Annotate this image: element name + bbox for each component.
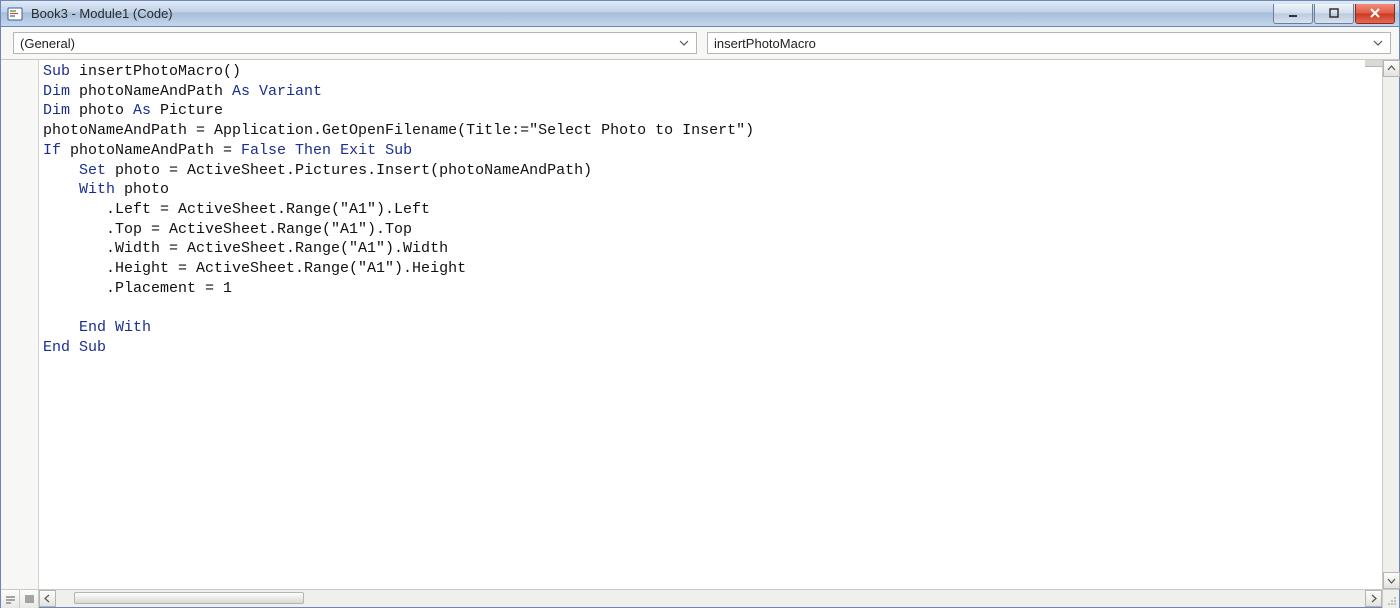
maximize-button[interactable] — [1314, 4, 1354, 24]
window-title: Book3 - Module1 (Code) — [29, 6, 1273, 21]
dropdown-row: (General) insertPhotoMacro — [1, 27, 1399, 60]
object-dropdown[interactable]: (General) — [13, 32, 697, 54]
scroll-up-button[interactable] — [1383, 60, 1400, 77]
chevron-down-icon — [1370, 33, 1386, 53]
code-area: Sub insertPhotoMacro() Dim photoNameAndP… — [1, 60, 1399, 589]
code-text[interactable]: Sub insertPhotoMacro() Dim photoNameAndP… — [39, 60, 1382, 358]
object-dropdown-value: (General) — [20, 36, 676, 51]
vscroll-track[interactable] — [1383, 77, 1399, 572]
scroll-left-button[interactable] — [39, 590, 56, 607]
margin-indicator — [1, 60, 39, 589]
code-window: Book3 - Module1 (Code) (General) insertP… — [0, 0, 1400, 608]
procedure-dropdown[interactable]: insertPhotoMacro — [707, 32, 1391, 54]
hscroll-track[interactable] — [56, 590, 1365, 607]
titlebar[interactable]: Book3 - Module1 (Code) — [1, 1, 1399, 27]
code-editor[interactable]: Sub insertPhotoMacro() Dim photoNameAndP… — [39, 60, 1382, 589]
module-icon — [7, 6, 23, 22]
split-handle[interactable] — [1365, 60, 1382, 67]
horizontal-scrollbar[interactable] — [39, 590, 1382, 607]
minimize-button[interactable] — [1273, 4, 1313, 24]
window-controls — [1273, 4, 1395, 24]
view-toggle-group — [1, 590, 39, 607]
procedure-view-button[interactable] — [1, 590, 20, 608]
full-module-view-button[interactable] — [20, 590, 39, 608]
bottom-bar — [1, 589, 1399, 607]
resize-grip[interactable] — [1382, 590, 1399, 608]
procedure-dropdown-value: insertPhotoMacro — [714, 36, 1370, 51]
scroll-right-button[interactable] — [1365, 590, 1382, 607]
hscroll-thumb[interactable] — [74, 592, 304, 604]
close-button[interactable] — [1355, 4, 1395, 24]
scroll-down-button[interactable] — [1383, 572, 1400, 589]
chevron-down-icon — [676, 33, 692, 53]
vertical-scrollbar[interactable] — [1382, 60, 1399, 589]
